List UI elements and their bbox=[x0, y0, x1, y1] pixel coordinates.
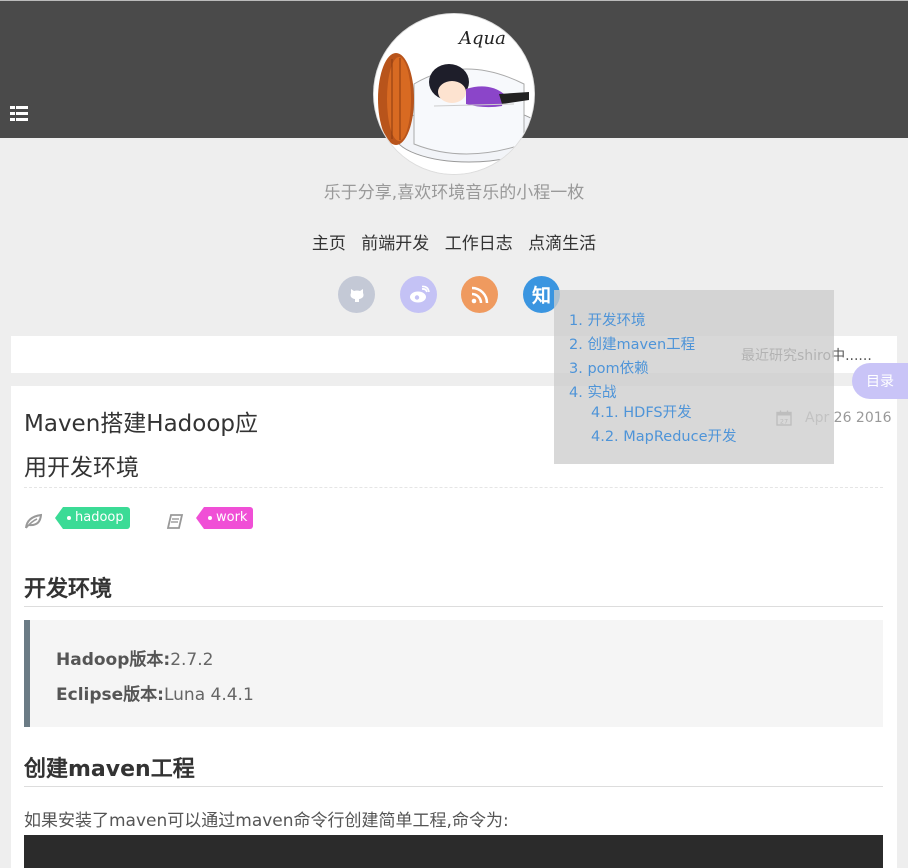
menu-list-icon[interactable] bbox=[10, 106, 28, 122]
section-divider bbox=[24, 786, 883, 787]
rss-link[interactable] bbox=[461, 276, 498, 313]
toc-item-practice[interactable]: 4. 实战 bbox=[569, 381, 616, 402]
quote-label-eclipse: Eclipse版本: bbox=[56, 685, 164, 705]
book-icon bbox=[166, 514, 184, 529]
tag-work[interactable]: work bbox=[195, 507, 254, 529]
blockquote: Hadoop版本:2.7.2 Eclipse版本:Luna 4.4.1 bbox=[24, 620, 883, 727]
weibo-link[interactable] bbox=[400, 276, 437, 313]
nav-item-worklog[interactable]: 工作日志 bbox=[445, 234, 513, 254]
toc-item-hdfs[interactable]: 4.1. HDFS开发 bbox=[591, 401, 692, 422]
title-divider bbox=[24, 487, 883, 488]
github-link[interactable] bbox=[338, 276, 375, 313]
toc-item-dev-env[interactable]: 1. 开发环境 bbox=[569, 309, 645, 330]
paragraph: 如果安装了maven可以通过maven命令行创建简单工程,命令为: bbox=[24, 811, 509, 831]
tag-hadoop[interactable]: hadoop bbox=[55, 507, 130, 529]
post-title[interactable]: Maven搭建Hadoop应 用开发环境 bbox=[24, 402, 304, 490]
code-block bbox=[24, 835, 883, 868]
nav-item-home[interactable]: 主页 bbox=[312, 234, 346, 254]
toc-item-mapreduce[interactable]: 4.2. MapReduce开发 bbox=[591, 425, 737, 446]
rss-icon bbox=[471, 286, 488, 303]
post-title-line-2: 用开发环境 bbox=[24, 455, 139, 481]
avatar-illustration: Aqua bbox=[374, 14, 534, 174]
leaf-icon bbox=[25, 513, 42, 529]
zhihu-icon: 知 bbox=[531, 285, 551, 307]
toc-item-pom[interactable]: 3. pom依赖 bbox=[569, 357, 649, 378]
weibo-icon bbox=[409, 285, 430, 302]
github-icon bbox=[350, 288, 363, 302]
quote-label-hadoop: Hadoop版本: bbox=[56, 650, 171, 670]
quote-value-hadoop: 2.7.2 bbox=[170, 650, 214, 670]
avatar[interactable]: Aqua bbox=[374, 14, 534, 174]
nav-item-frontend[interactable]: 前端开发 bbox=[361, 234, 429, 254]
svg-text:Aqua: Aqua bbox=[457, 28, 506, 49]
quote-line-hadoop: Hadoop版本:2.7.2 bbox=[56, 645, 213, 670]
toc-panel: 1. 开发环境 2. 创建maven工程 3. pom依赖 4. 实战 4.1.… bbox=[554, 290, 834, 464]
nav-item-life[interactable]: 点滴生活 bbox=[528, 234, 596, 254]
post-title-line-1: Maven搭建Hadoop应 bbox=[24, 411, 259, 437]
section-heading-create-maven: 创建maven工程 bbox=[24, 757, 195, 782]
site-subtitle: 乐于分享,喜欢环境音乐的小程一枚 bbox=[323, 183, 585, 203]
toc-toggle-button[interactable]: 目录 bbox=[852, 363, 908, 399]
main-nav: 主页 前端开发 工作日志 点滴生活 bbox=[0, 229, 908, 254]
toc-item-create-maven[interactable]: 2. 创建maven工程 bbox=[569, 333, 695, 354]
quote-value-eclipse: Luna 4.4.1 bbox=[163, 685, 254, 705]
section-divider bbox=[24, 606, 883, 607]
section-heading-dev-env: 开发环境 bbox=[24, 577, 113, 602]
quote-line-eclipse: Eclipse版本:Luna 4.4.1 bbox=[56, 680, 254, 705]
